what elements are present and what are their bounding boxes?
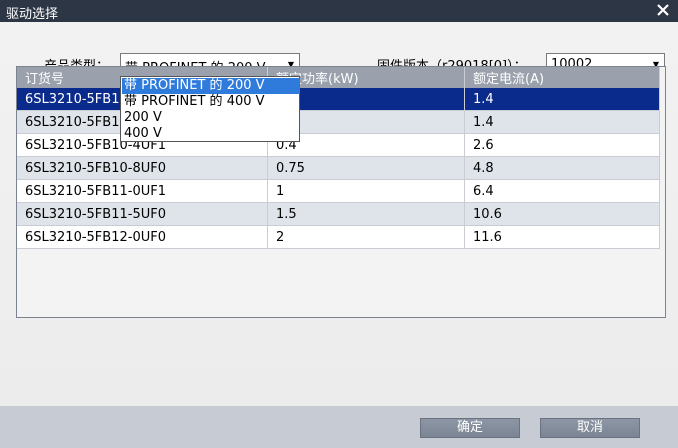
cell-rated-current: 10.6 — [464, 202, 660, 226]
cell-rated-power: 1.5 — [267, 202, 465, 226]
ok-button[interactable]: 确定 — [420, 418, 520, 438]
title-bar: 驱动选择 — [0, 0, 678, 22]
table-row[interactable]: 6SL3210-5FB12-0UF0 2 11.6 — [17, 225, 660, 249]
table-row[interactable]: 6SL3210-5FB11-0UF1 1 6.4 — [17, 179, 660, 203]
cell-rated-current: 1.4 — [464, 110, 660, 134]
table-row[interactable]: 6SL3210-5FB10-2UF0 0.2 1.4 — [17, 110, 660, 134]
cell-order-number: 6SL3210-5FB10-8UF0 — [17, 156, 268, 180]
cancel-button[interactable]: 取消 — [540, 418, 640, 438]
dropdown-option[interactable]: 400 V — [122, 126, 300, 142]
product-type-dropdown-list: 带 PROFINET 的 200 V 带 PROFINET 的 400 V 20… — [120, 76, 300, 142]
cell-rated-current: 11.6 — [464, 225, 660, 249]
close-icon[interactable] — [654, 1, 672, 19]
column-header-rated-current[interactable]: 额定电流(A) — [464, 67, 660, 88]
table-row[interactable]: 6SL3210-5FB10-1UF0 0.1 1.4 — [17, 88, 660, 111]
cell-order-number: 6SL3210-5FB11-0UF1 — [17, 179, 268, 203]
cell-rated-power: 0.75 — [267, 156, 465, 180]
cell-rated-current: 6.4 — [464, 179, 660, 203]
cell-order-number: 6SL3210-5FB12-0UF0 — [17, 225, 268, 249]
table-row[interactable]: 6SL3210-5FB10-4UF1 0.4 2.6 — [17, 133, 660, 157]
cell-rated-current: 2.6 — [464, 133, 660, 157]
table-row[interactable]: 6SL3210-5FB10-8UF0 0.75 4.8 — [17, 156, 660, 180]
table-header-row: 订货号 额定功率(kW) 额定电流(A) — [17, 67, 660, 88]
dialog-title: 驱动选择 — [6, 7, 59, 22]
dropdown-option[interactable]: 带 PROFINET 的 400 V — [122, 94, 300, 110]
cell-rated-current: 1.4 — [464, 88, 660, 111]
dropdown-option[interactable]: 200 V — [122, 110, 300, 126]
drive-table: 订货号 额定功率(kW) 额定电流(A) 6SL3210-5FB10-1UF0 … — [16, 66, 666, 318]
table-row[interactable]: 6SL3210-5FB11-5UF0 1.5 10.6 — [17, 202, 660, 226]
cell-rated-current: 4.8 — [464, 156, 660, 180]
dropdown-option[interactable]: 带 PROFINET 的 200 V — [122, 78, 300, 94]
cell-rated-power: 2 — [267, 225, 465, 249]
cell-rated-power: 1 — [267, 179, 465, 203]
cell-order-number: 6SL3210-5FB11-5UF0 — [17, 202, 268, 226]
